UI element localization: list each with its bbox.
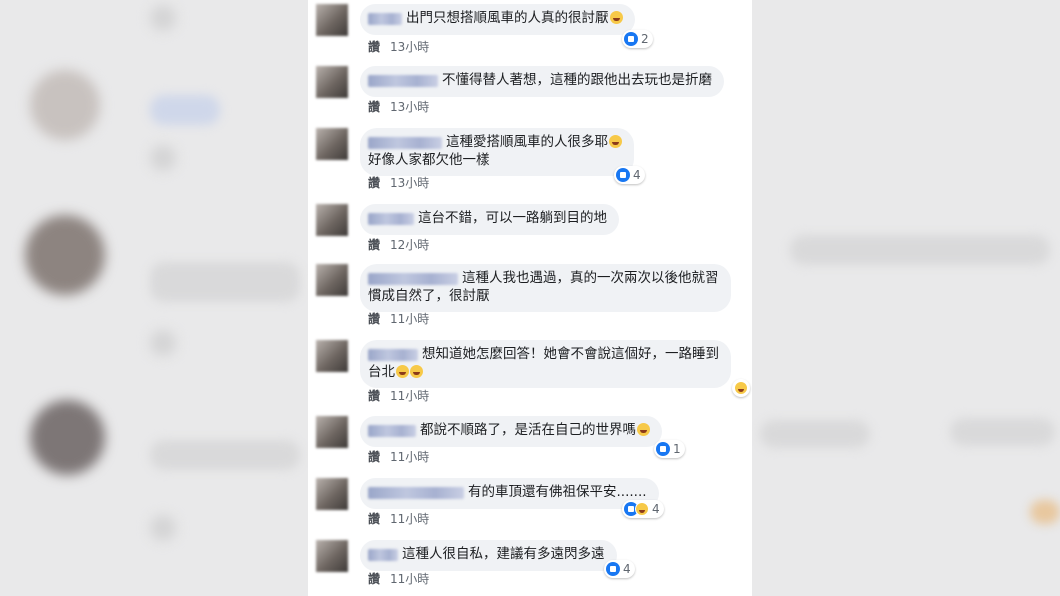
like-icon — [616, 167, 630, 182]
timestamp[interactable]: 11小時 — [390, 389, 429, 403]
comment-panel: 出門只想搭順風車的人真的很討厭 讚 13小時 2 不懂得替人著想，這種的跟他出去玩… — [308, 0, 752, 596]
background-blur — [25, 215, 105, 295]
background-blur — [150, 330, 176, 356]
comment-text: 出門只想搭順風車的人真的很討厭 — [406, 10, 609, 26]
laughing-emoji — [609, 135, 622, 148]
background-blur — [150, 5, 176, 31]
comment-bubble: 出門只想搭順風車的人真的很討厭 — [360, 4, 635, 35]
commenter-name[interactable] — [368, 424, 416, 437]
commenter-name[interactable] — [368, 348, 418, 361]
reaction-count[interactable]: 4 — [604, 560, 635, 578]
timestamp[interactable]: 13小時 — [390, 176, 429, 190]
background-blur — [150, 515, 176, 541]
reaction-count[interactable] — [732, 379, 750, 397]
comment-text: 都說不順路了，是活在自己的世界嗎 — [420, 422, 636, 438]
comment-actions: 讚 11小時 — [368, 510, 429, 527]
comment-text-line2: 好像人家都欠他一樣 — [368, 151, 490, 168]
commenter-name[interactable] — [368, 212, 414, 225]
avatar[interactable] — [316, 4, 348, 36]
timestamp[interactable]: 12小時 — [390, 238, 429, 252]
avatar[interactable] — [316, 416, 348, 448]
like-button[interactable]: 讚 — [368, 450, 380, 464]
background-blur — [760, 420, 870, 448]
background-blur — [1030, 500, 1060, 524]
timestamp[interactable]: 11小時 — [390, 572, 429, 586]
avatar[interactable] — [316, 66, 348, 98]
like-button[interactable]: 讚 — [368, 238, 380, 252]
like-button[interactable]: 讚 — [368, 40, 380, 54]
like-button[interactable]: 讚 — [368, 100, 380, 114]
comment-actions: 讚 13小時 — [368, 98, 429, 115]
comment-text: 這種人我也遇過，真的一次兩次以後他就習 — [462, 270, 719, 286]
haha-icon — [635, 501, 649, 516]
background-blur — [150, 262, 300, 302]
like-button[interactable]: 讚 — [368, 512, 380, 526]
comment-bubble: 想知道她怎麼回答！她會不會說這個好，一路睡到 台北 — [360, 340, 731, 388]
like-button[interactable]: 讚 — [368, 312, 380, 326]
like-button[interactable]: 讚 — [368, 176, 380, 190]
background-blur — [150, 145, 176, 171]
avatar[interactable] — [316, 204, 348, 236]
avatar[interactable] — [316, 478, 348, 510]
comment-bubble: 這台不錯，可以一路躺到目的地 — [360, 204, 619, 235]
reaction-count[interactable]: 4 — [614, 166, 645, 184]
background-blur — [150, 440, 300, 470]
timestamp[interactable]: 13小時 — [390, 40, 429, 54]
avatar[interactable] — [316, 540, 348, 572]
like-icon — [606, 561, 620, 576]
like-icon — [656, 441, 670, 456]
comment-text: 這台不錯，可以一路躺到目的地 — [418, 210, 607, 226]
commenter-name[interactable] — [368, 136, 442, 149]
comment-actions: 讚 13小時 — [368, 38, 429, 55]
commenter-name[interactable] — [368, 548, 398, 561]
comment-actions: 讚 11小時 — [368, 310, 429, 327]
background-blur — [950, 418, 1055, 446]
comment-text: 這種愛搭順風車的人很多耶 — [446, 134, 608, 150]
commenter-name[interactable] — [368, 12, 402, 25]
avatar[interactable] — [316, 340, 348, 372]
comment-text: 有的車頂還有佛祖保平安....... — [468, 484, 647, 500]
reaction-count[interactable]: 4 — [622, 500, 664, 518]
like-icon — [624, 31, 638, 46]
background-blur — [30, 400, 105, 475]
comment-bubble: 不懂得替人著想，這種的跟他出去玩也是折磨 — [360, 66, 724, 97]
commenter-name[interactable] — [368, 74, 438, 87]
comment-text: 這種人很自私，建議有多遠閃多遠 — [402, 546, 605, 562]
comment-text-line2: 台北 — [368, 363, 395, 380]
reaction-count[interactable]: 2 — [622, 30, 653, 48]
background-blur — [30, 70, 100, 140]
like-button[interactable]: 讚 — [368, 389, 380, 403]
avatar[interactable] — [316, 264, 348, 296]
comment-text: 想知道她怎麼回答！她會不會說這個好，一路睡到 — [422, 346, 719, 362]
comment-actions: 讚 13小時 — [368, 174, 429, 191]
haha-icon — [734, 380, 748, 395]
thinking-emoji — [637, 423, 650, 436]
timestamp[interactable]: 11小時 — [390, 450, 429, 464]
reaction-count[interactable]: 1 — [654, 440, 685, 458]
comment-actions: 讚 11小時 — [368, 387, 429, 404]
laughing-emoji — [410, 364, 423, 378]
comment-bubble: 這種愛搭順風車的人很多耶 好像人家都欠他一樣 — [360, 128, 634, 176]
background-blur — [150, 95, 220, 125]
comment-actions: 讚 11小時 — [368, 448, 429, 465]
like-button[interactable]: 讚 — [368, 572, 380, 586]
comment-text-line2: 慣成自然了，很討厭 — [368, 287, 490, 304]
comment-bubble: 都說不順路了，是活在自己的世界嗎 — [360, 416, 662, 447]
commenter-name[interactable] — [368, 272, 458, 285]
background-blur — [790, 235, 1050, 265]
timestamp[interactable]: 11小時 — [390, 312, 429, 326]
grin-emoji — [609, 11, 623, 24]
laughing-emoji — [396, 364, 409, 378]
avatar[interactable] — [316, 128, 348, 160]
comment-bubble: 這種人我也遇過，真的一次兩次以後他就習 慣成自然了，很討厭 — [360, 264, 731, 312]
comment-actions: 讚 12小時 — [368, 236, 429, 253]
commenter-name[interactable] — [368, 486, 464, 499]
comment-actions: 讚 11小時 — [368, 570, 429, 587]
comment-bubble: 有的車頂還有佛祖保平安....... — [360, 478, 659, 509]
comment-bubble: 這種人很自私，建議有多遠閃多遠 — [360, 540, 617, 571]
timestamp[interactable]: 11小時 — [390, 512, 429, 526]
timestamp[interactable]: 13小時 — [390, 100, 429, 114]
comment-text: 不懂得替人著想，這種的跟他出去玩也是折磨 — [442, 72, 712, 88]
